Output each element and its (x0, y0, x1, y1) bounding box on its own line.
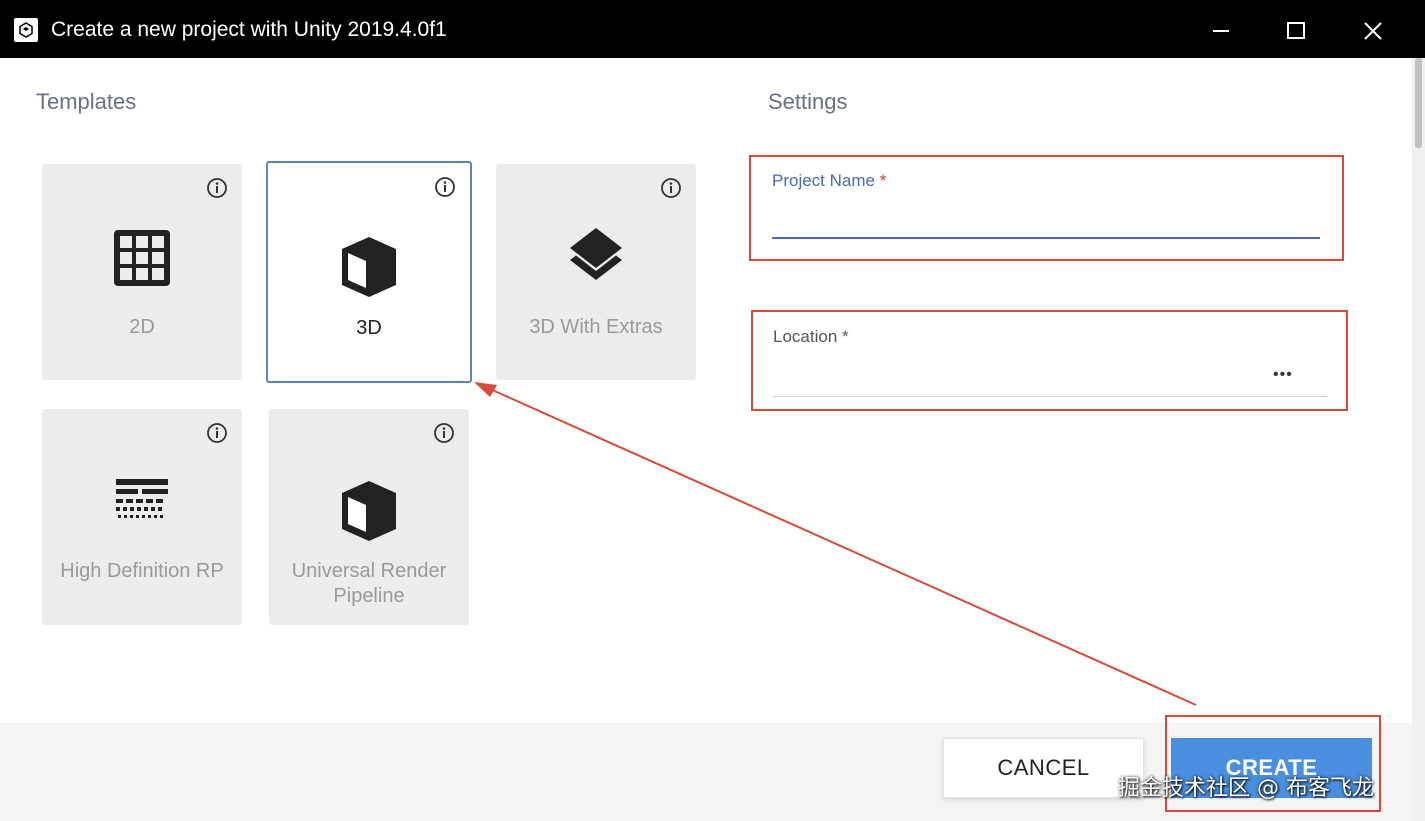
template-label: 2D (129, 316, 155, 338)
unity-logo-icon (14, 18, 38, 42)
scroll-thumb[interactable] (1415, 58, 1422, 148)
info-icon[interactable] (434, 176, 456, 198)
grid-icon (114, 230, 170, 286)
layers-icon (570, 228, 622, 280)
close-button[interactable] (1353, 14, 1393, 46)
template-tile-3d[interactable]: 3D (266, 161, 472, 383)
watermark-text: 掘金技术社区 @ 布客飞龙 (1118, 776, 1374, 801)
info-icon[interactable] (433, 422, 455, 444)
template-label: Universal Render Pipeline (291, 560, 447, 607)
annotation-box (751, 310, 1348, 411)
info-icon[interactable] (206, 177, 228, 199)
cube-icon (342, 481, 396, 541)
maximize-button[interactable] (1276, 14, 1316, 46)
minimize-button[interactable] (1202, 14, 1242, 46)
cancel-button[interactable]: CANCEL (943, 738, 1144, 798)
cube-icon (342, 237, 396, 297)
hdrp-icon (116, 479, 168, 518)
template-tile-urp[interactable]: Universal Render Pipeline (269, 409, 469, 625)
annotation-box (749, 155, 1344, 261)
template-tile-3d-with-extras[interactable]: 3D With Extras (496, 164, 696, 380)
templates-heading: Templates (36, 89, 137, 114)
settings-heading: Settings (768, 89, 848, 114)
template-label: 3D With Extras (529, 316, 663, 338)
info-icon[interactable] (660, 177, 682, 199)
template-label: 3D (356, 317, 382, 339)
title-bar: Create a new project with Unity 2019.4.0… (0, 0, 1425, 58)
scrollbar[interactable] (1412, 58, 1425, 821)
window-title: Create a new project with Unity 2019.4.0… (51, 18, 447, 41)
template-tile-hdrp[interactable]: High Definition RP (42, 409, 242, 625)
info-icon[interactable] (206, 422, 228, 444)
template-tile-2d[interactable]: 2D (42, 164, 242, 380)
template-label: High Definition RP (60, 560, 224, 582)
